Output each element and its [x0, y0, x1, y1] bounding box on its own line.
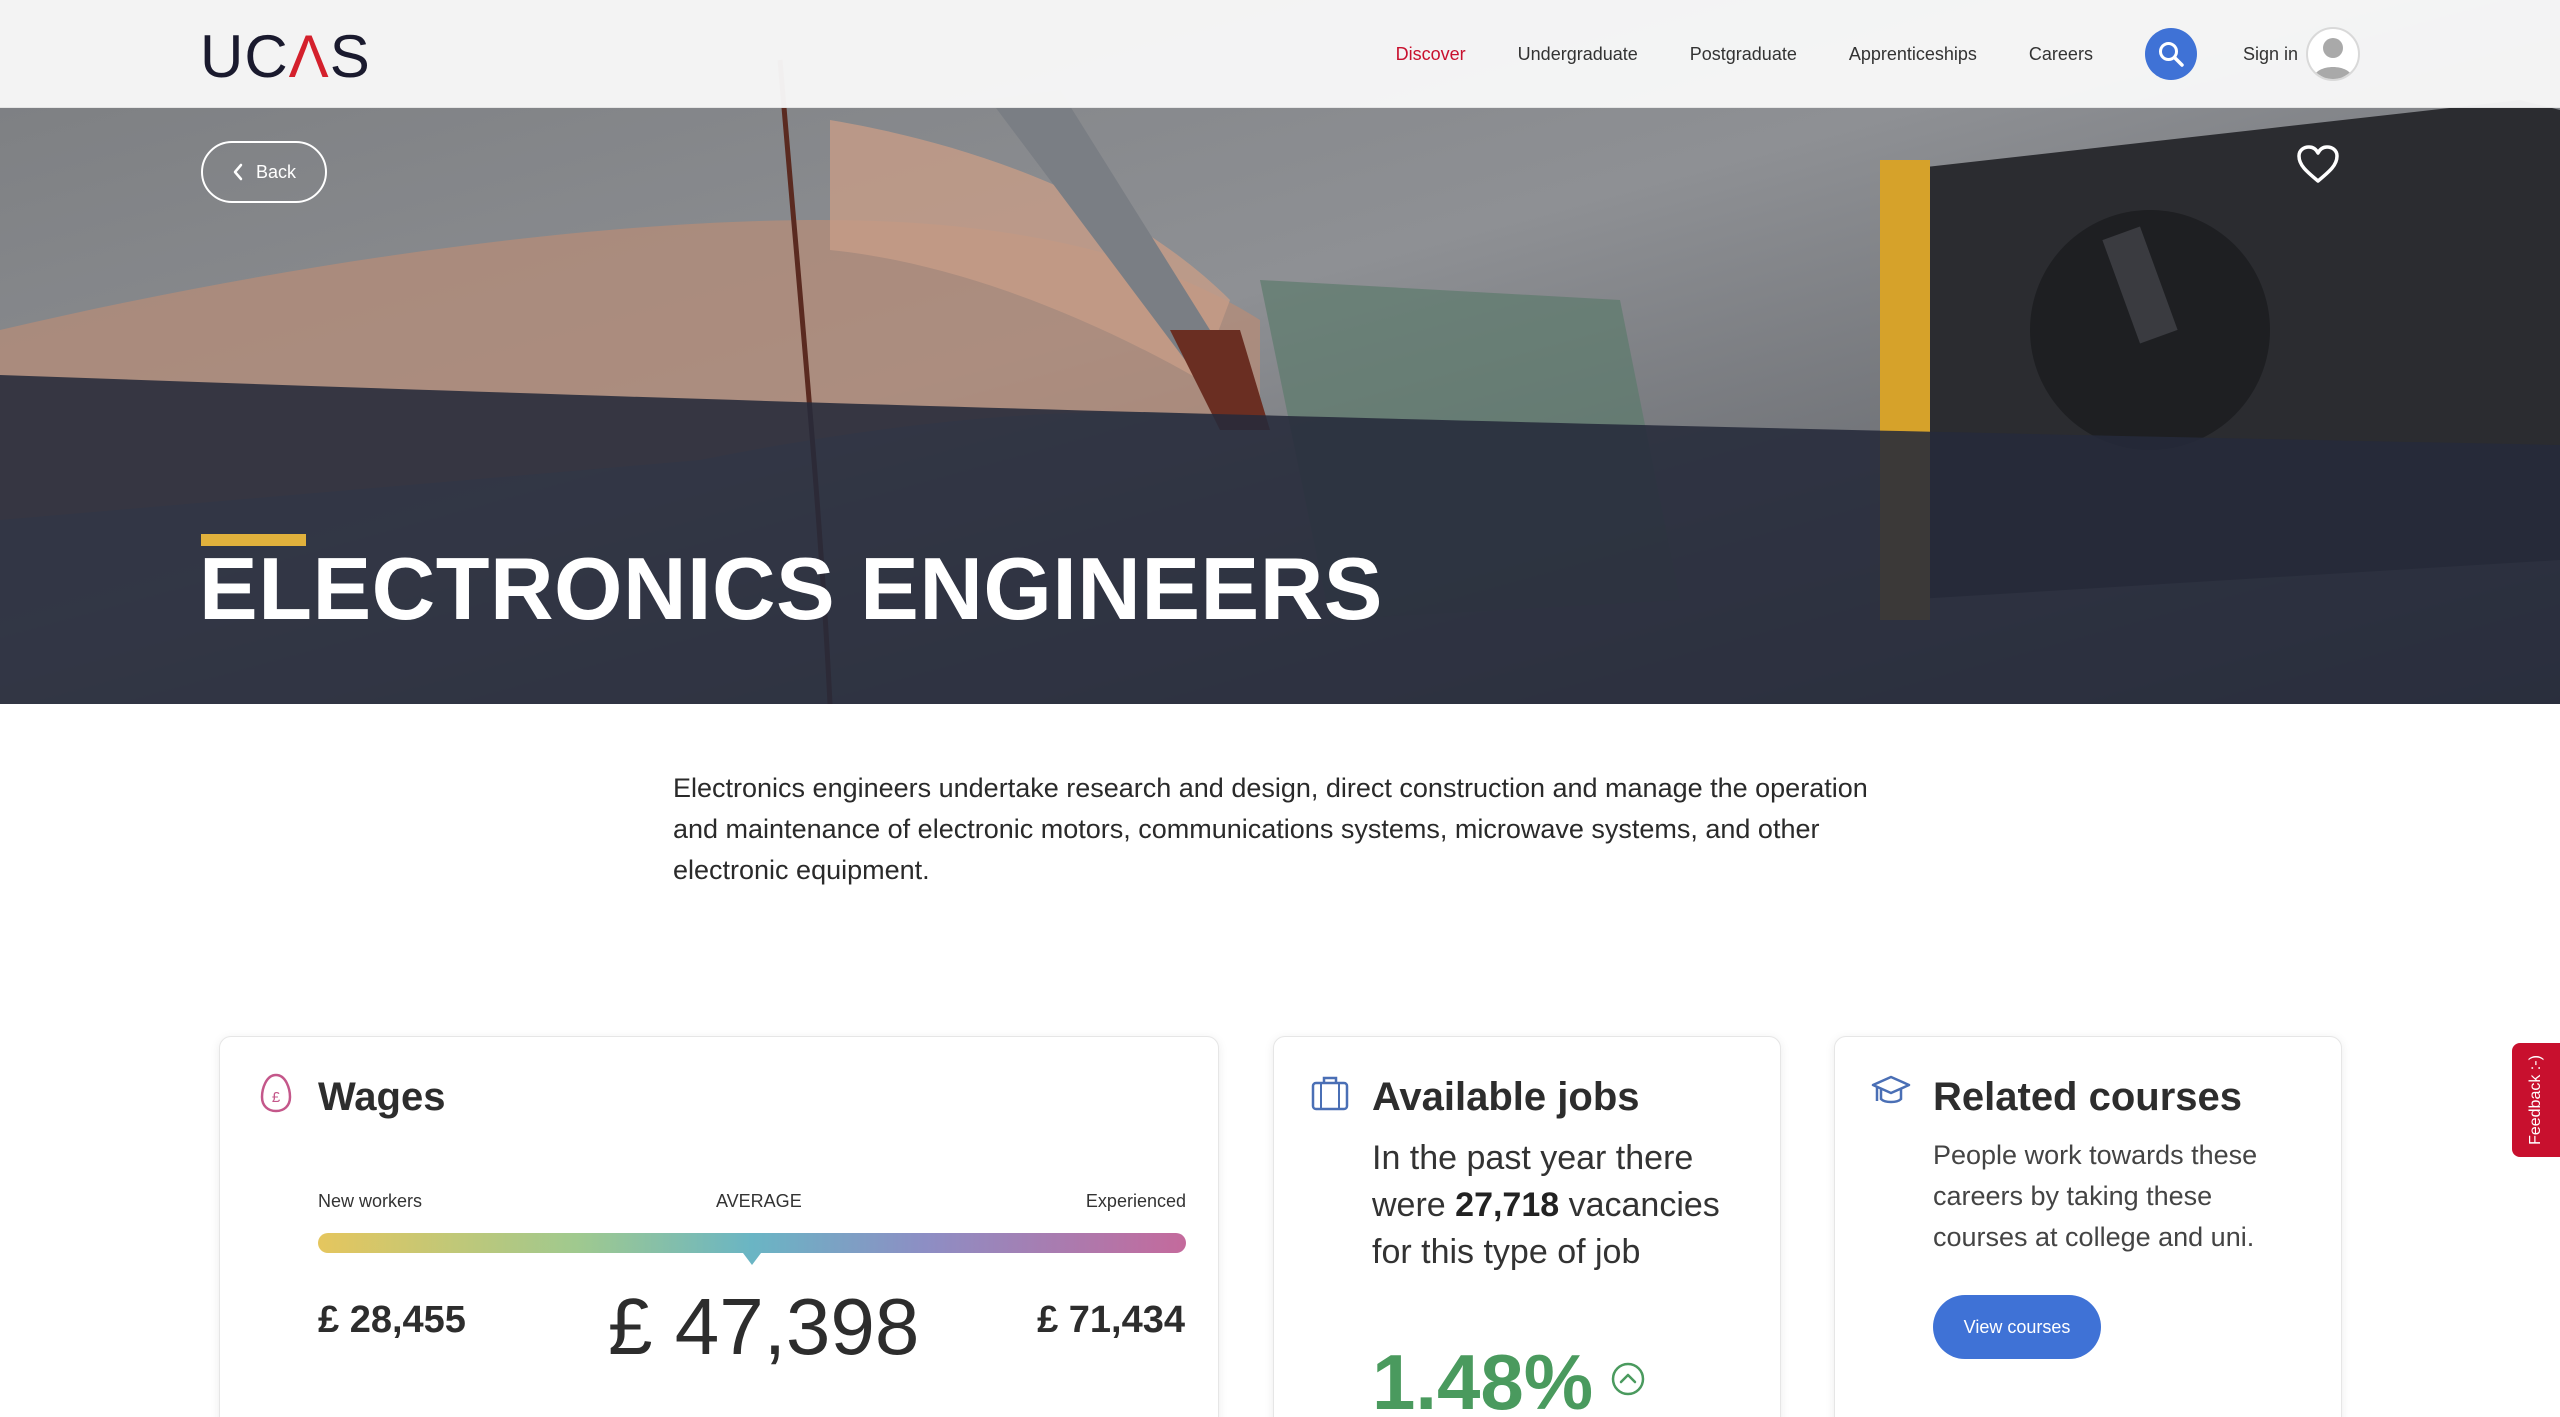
- related-courses-title: Related courses: [1933, 1075, 2243, 1119]
- nav-careers[interactable]: Careers: [2029, 44, 2093, 65]
- trend-up-icon: [1611, 1362, 1645, 1396]
- search-icon: [2158, 42, 2184, 67]
- user-avatar-icon[interactable]: [2306, 27, 2360, 81]
- briefcase-icon: [1311, 1076, 1349, 1111]
- heart-icon[interactable]: [2296, 144, 2340, 184]
- site-header: UCΛS Discover Undergraduate Postgraduate…: [0, 0, 2560, 108]
- wage-average-value: £ 47,398: [608, 1282, 920, 1371]
- wage-label-new: New workers: [318, 1191, 423, 1211]
- back-label: Back: [255, 161, 297, 182]
- available-jobs-card: Available jobs In the past year there we…: [1273, 1036, 1781, 1417]
- ucas-logo[interactable]: UCΛS: [200, 22, 371, 91]
- back-button[interactable]: Back: [201, 141, 327, 203]
- wage-low-value: £ 28,455: [318, 1299, 466, 1341]
- page-title: ELECTRONICS ENGINEERS: [199, 539, 1383, 638]
- wages-title: Wages: [318, 1075, 446, 1119]
- nav-apprenticeships[interactable]: Apprenticeships: [1849, 44, 1977, 65]
- nav-undergraduate[interactable]: Undergraduate: [1518, 44, 1638, 65]
- wage-average-marker: [743, 1253, 761, 1265]
- feedback-tab[interactable]: Feedback :-): [2512, 1043, 2560, 1157]
- nav-postgraduate[interactable]: Postgraduate: [1690, 44, 1797, 65]
- vacancies-text: In the past year there were 27,718 vacan…: [1372, 1135, 1752, 1276]
- svg-text:£: £: [272, 1089, 281, 1106]
- career-description: Electronics engineers undertake research…: [673, 773, 1868, 885]
- main-nav: Discover Undergraduate Postgraduate Appr…: [1396, 0, 2560, 108]
- avatar-silhouette: [2313, 38, 2353, 79]
- vacancies-count: 27,718: [1455, 1186, 1560, 1224]
- wage-label-experienced: Experienced: [1085, 1191, 1186, 1211]
- jobs-growth-percent: 1.48%: [1372, 1338, 1594, 1417]
- chevron-left-icon: [233, 163, 243, 181]
- view-courses-button[interactable]: View courses: [1933, 1295, 2101, 1359]
- available-jobs-title: Available jobs: [1372, 1075, 1640, 1119]
- related-courses-card: Related courses People work towards thes…: [1834, 1036, 2342, 1417]
- search-button[interactable]: [2144, 28, 2197, 80]
- nav-discover[interactable]: Discover: [1396, 44, 1466, 65]
- pound-coin-icon: £: [260, 1073, 292, 1113]
- sign-in-link[interactable]: Sign in: [2243, 44, 2298, 65]
- graduation-cap-icon: [1871, 1075, 1911, 1104]
- wages-card: £ Wages New workers AVERAGE Experienced …: [219, 1036, 1219, 1417]
- wage-gradient-bar: [318, 1233, 1186, 1253]
- wage-label-average: AVERAGE: [716, 1191, 802, 1211]
- wage-high-value: £ 71,434: [1037, 1299, 1185, 1341]
- related-courses-text: People work towards these careers by tak…: [1933, 1140, 2258, 1252]
- feedback-label: Feedback :-): [2527, 1055, 2544, 1145]
